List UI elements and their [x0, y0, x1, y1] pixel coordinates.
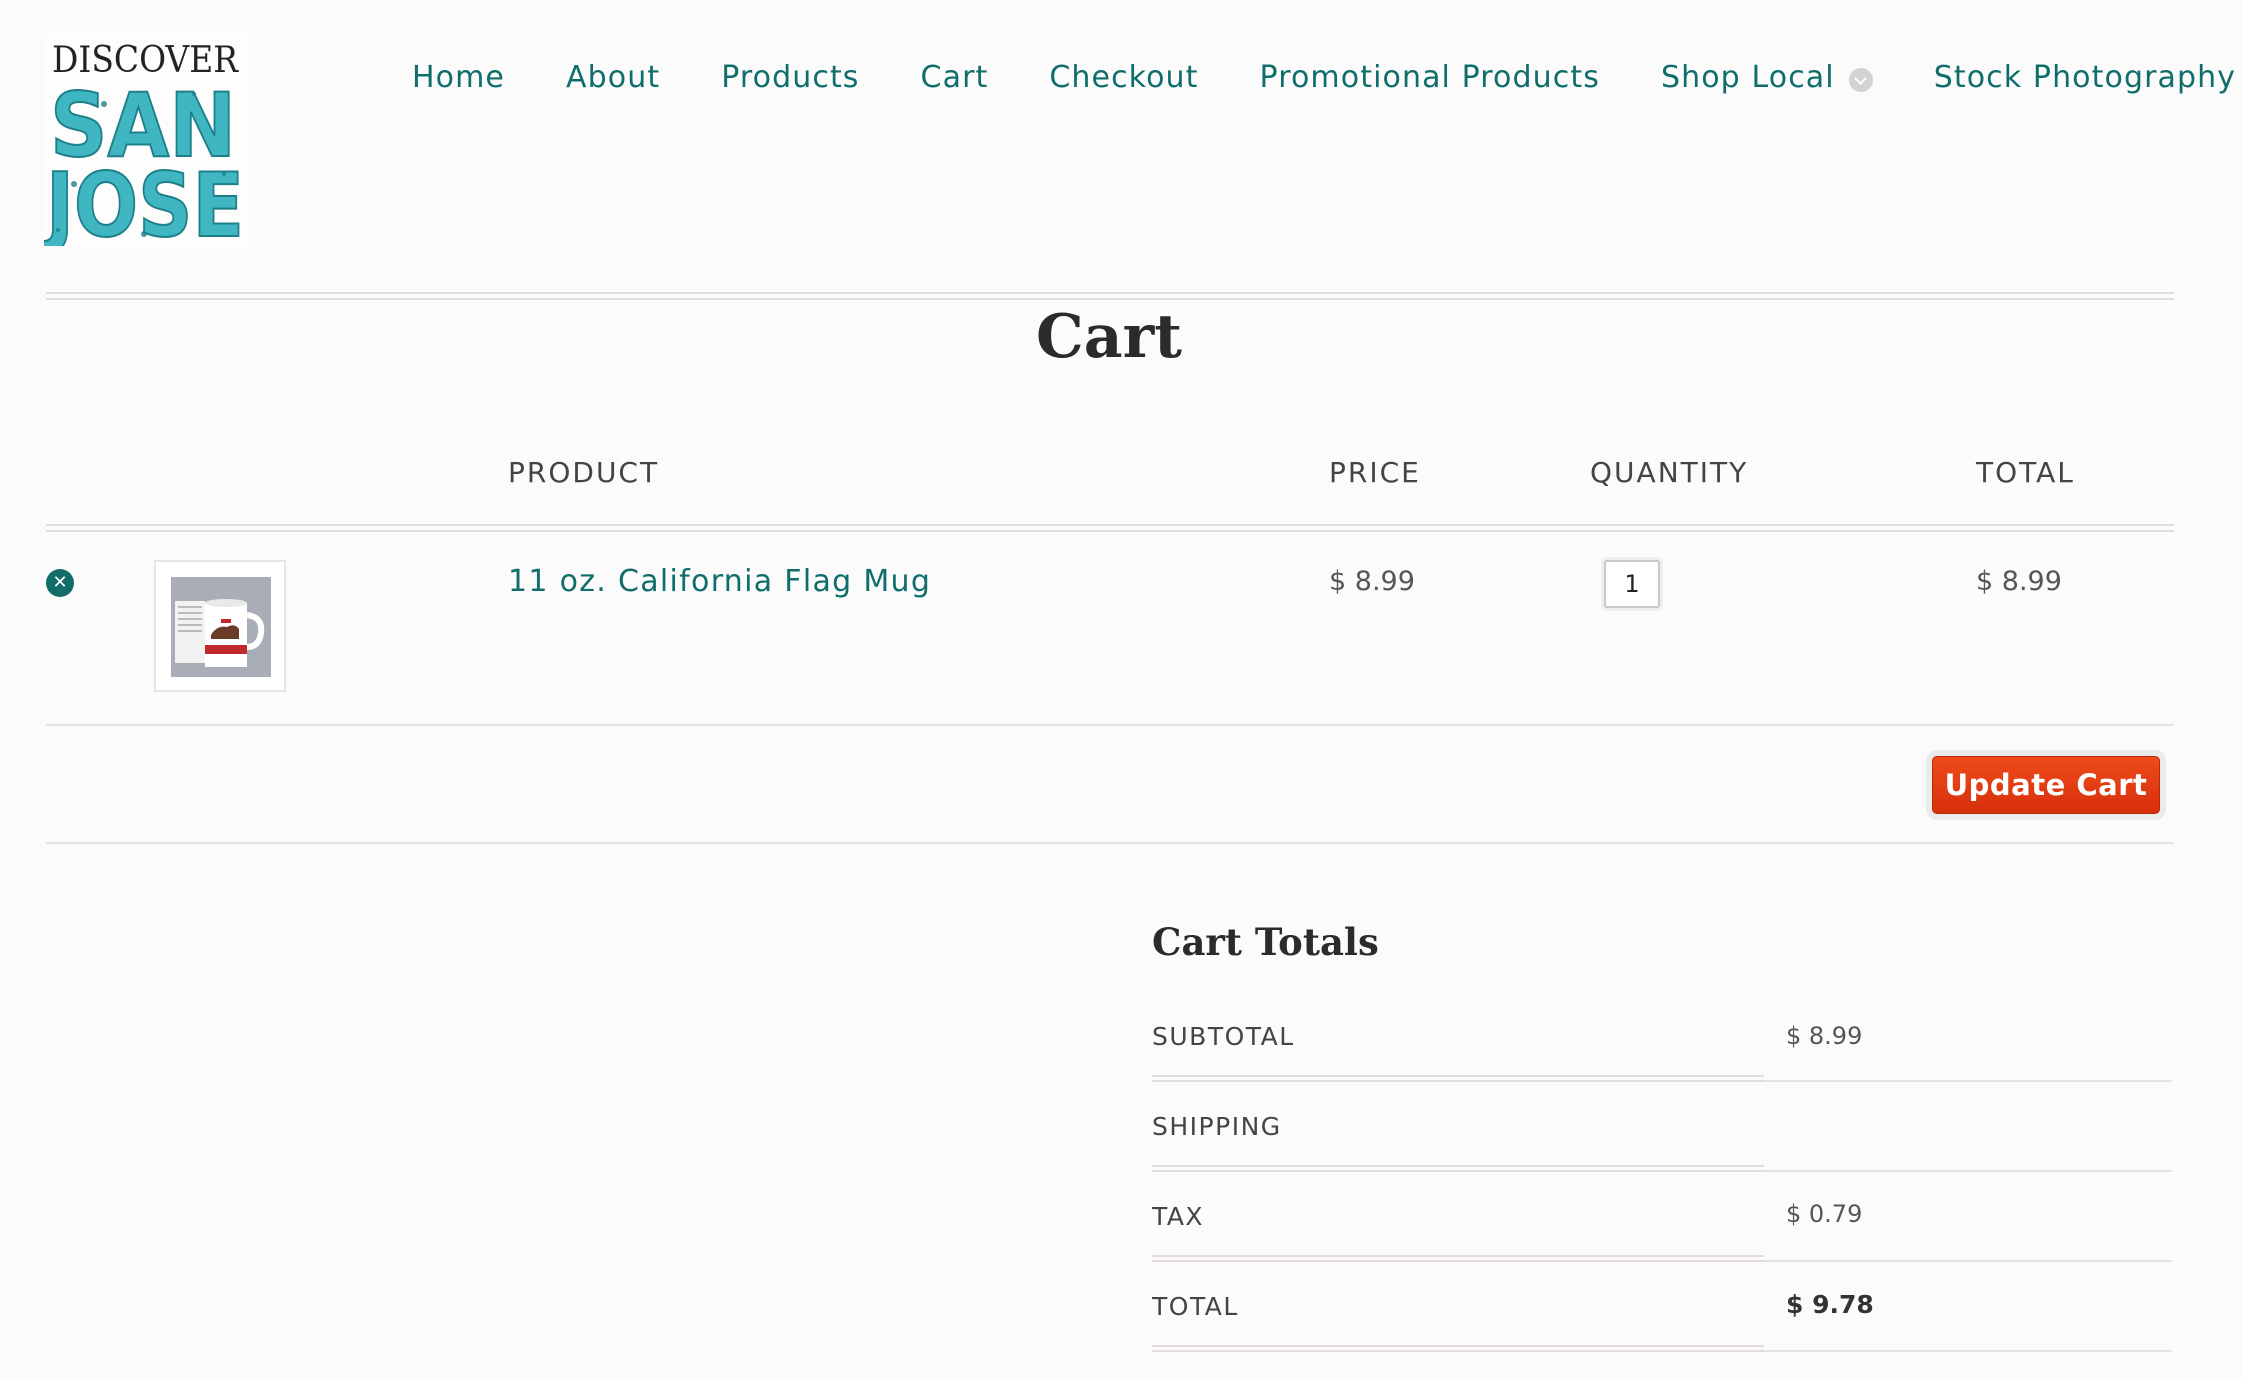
chevron-down-icon[interactable] — [1848, 67, 1873, 92]
nav-stock-photography[interactable]: Stock Photography — [1934, 60, 2236, 95]
total-label: TOTAL — [1152, 1292, 1239, 1321]
cart-totals-title: Cart Totals — [1152, 920, 1379, 964]
product-link[interactable]: 11 oz. California Flag Mug — [508, 564, 931, 599]
actions-divider — [46, 842, 2174, 844]
nav-promotional-products[interactable]: Promotional Products — [1260, 60, 1600, 95]
shipping-label: SHIPPING — [1152, 1112, 1282, 1141]
totals-divider — [1764, 1170, 2172, 1172]
nav-shop-local[interactable]: Shop Local — [1661, 60, 1873, 95]
header-price: PRICE — [1329, 456, 1421, 489]
totals-divider — [1764, 1080, 2172, 1082]
header-quantity: QUANTITY — [1590, 456, 1749, 489]
main-nav: Home About Products Cart Checkout Promot… — [412, 60, 2236, 95]
tax-value: $ 0.79 — [1786, 1200, 1863, 1228]
product-thumbnail[interactable] — [154, 560, 286, 692]
product-price: $ 8.99 — [1329, 566, 1415, 597]
subtotal-value: $ 8.99 — [1786, 1022, 1863, 1050]
totals-divider — [1152, 1165, 1764, 1172]
nav-shop-local-label: Shop Local — [1660, 60, 1835, 95]
update-cart-button[interactable]: Update Cart — [1932, 756, 2160, 814]
quantity-input[interactable] — [1604, 560, 1660, 608]
totals-divider — [1764, 1350, 2172, 1352]
header-divider — [46, 292, 2174, 300]
totals-divider — [1764, 1260, 2172, 1262]
totals-divider — [1152, 1345, 1764, 1352]
total-value: $ 9.78 — [1786, 1290, 1874, 1319]
subtotal-label: SUBTOTAL — [1152, 1022, 1295, 1051]
site-logo[interactable]: DISCOVER SAN JOSE — [44, 34, 248, 246]
totals-divider — [1152, 1255, 1764, 1262]
page-title: Cart — [1036, 302, 1182, 372]
product-total: $ 8.99 — [1976, 566, 2062, 597]
header-product: PRODUCT — [508, 456, 660, 489]
mug-image — [171, 577, 271, 677]
header-total: TOTAL — [1976, 456, 2075, 489]
table-header-divider — [46, 524, 2174, 532]
nav-products[interactable]: Products — [721, 60, 859, 95]
nav-home[interactable]: Home — [412, 60, 505, 95]
close-icon[interactable]: ✕ — [46, 569, 74, 597]
row-divider — [46, 724, 2174, 726]
nav-cart[interactable]: Cart — [921, 60, 989, 95]
tax-label: TAX — [1152, 1202, 1205, 1231]
totals-divider — [1152, 1075, 1764, 1082]
nav-checkout[interactable]: Checkout — [1049, 60, 1198, 95]
nav-about[interactable]: About — [566, 60, 660, 95]
